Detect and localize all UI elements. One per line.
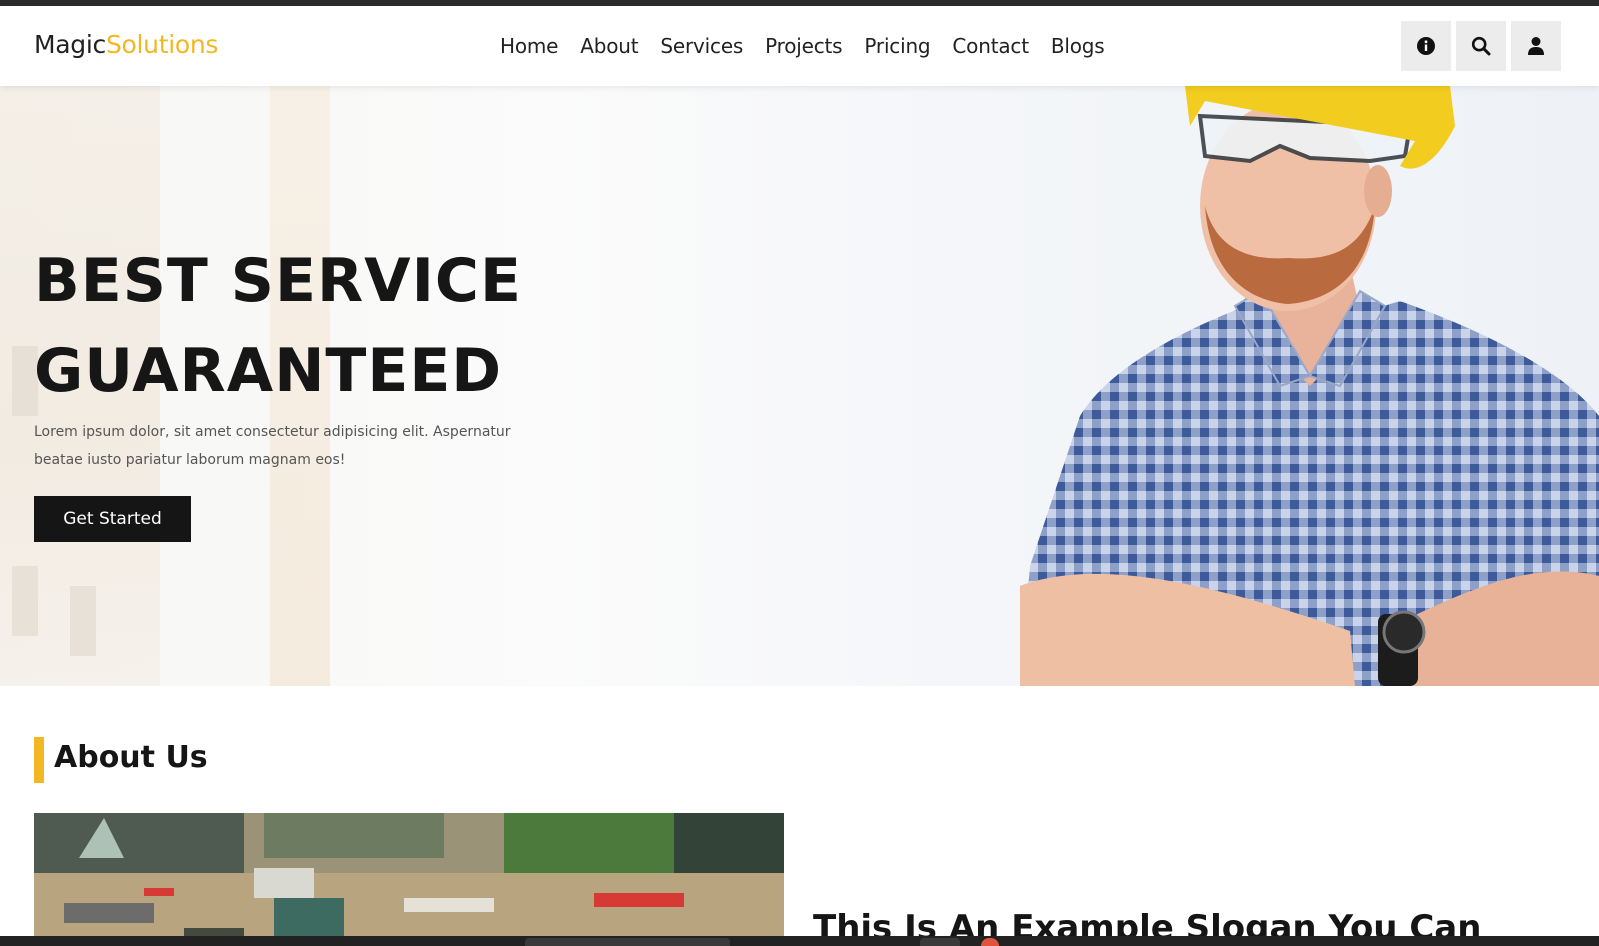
nav-pricing[interactable]: Pricing: [864, 34, 930, 58]
hero-background-window: [12, 566, 38, 636]
about-accent-bar: [34, 737, 44, 783]
worker-image: [1020, 86, 1599, 686]
construction-site-image: [34, 813, 784, 946]
info-button[interactable]: [1401, 21, 1451, 71]
info-icon: [1417, 37, 1435, 55]
nav-projects[interactable]: Projects: [765, 34, 842, 58]
about-title: About Us: [54, 740, 208, 775]
nav-about[interactable]: About: [580, 34, 638, 58]
hero-title-line1: BEST SERVICE: [34, 246, 522, 316]
hero-title: BEST SERVICE GUARANTEED: [34, 236, 522, 416]
taskbar-app-icon[interactable]: [981, 938, 999, 946]
user-icon: [1528, 37, 1544, 55]
site-logo[interactable]: MagicSolutions: [34, 30, 218, 59]
taskbar-item[interactable]: [920, 938, 960, 946]
hero-background-window: [70, 586, 96, 656]
get-started-button[interactable]: Get Started: [34, 496, 191, 542]
logo-part-solutions: Solutions: [105, 30, 219, 59]
nav-services[interactable]: Services: [660, 34, 743, 58]
nav-blogs[interactable]: Blogs: [1051, 34, 1105, 58]
user-button[interactable]: [1511, 21, 1561, 71]
hero-description: Lorem ipsum dolor, sit amet consectetur …: [34, 418, 534, 474]
search-icon: [1471, 36, 1491, 56]
hero-section: BEST SERVICE GUARANTEED Lorem ipsum dolo…: [0, 86, 1599, 686]
nav-home[interactable]: Home: [500, 34, 558, 58]
nav-contact[interactable]: Contact: [952, 34, 1029, 58]
taskbar-item[interactable]: [525, 938, 730, 946]
hero-title-line2: GUARANTEED: [34, 336, 503, 406]
hero-description-line1: Lorem ipsum dolor, sit amet consectetur …: [34, 424, 511, 440]
about-image: [34, 813, 784, 946]
site-header: MagicSolutions Home About Services Proje…: [0, 6, 1599, 86]
main-nav: Home About Services Projects Pricing Con…: [500, 34, 1126, 58]
logo-part-magic: Magic: [34, 30, 106, 59]
search-button[interactable]: [1456, 21, 1506, 71]
hero-description-line2: beatae iusto pariatur laborum magnam eos…: [34, 452, 346, 468]
taskbar-strip: [0, 936, 1599, 946]
